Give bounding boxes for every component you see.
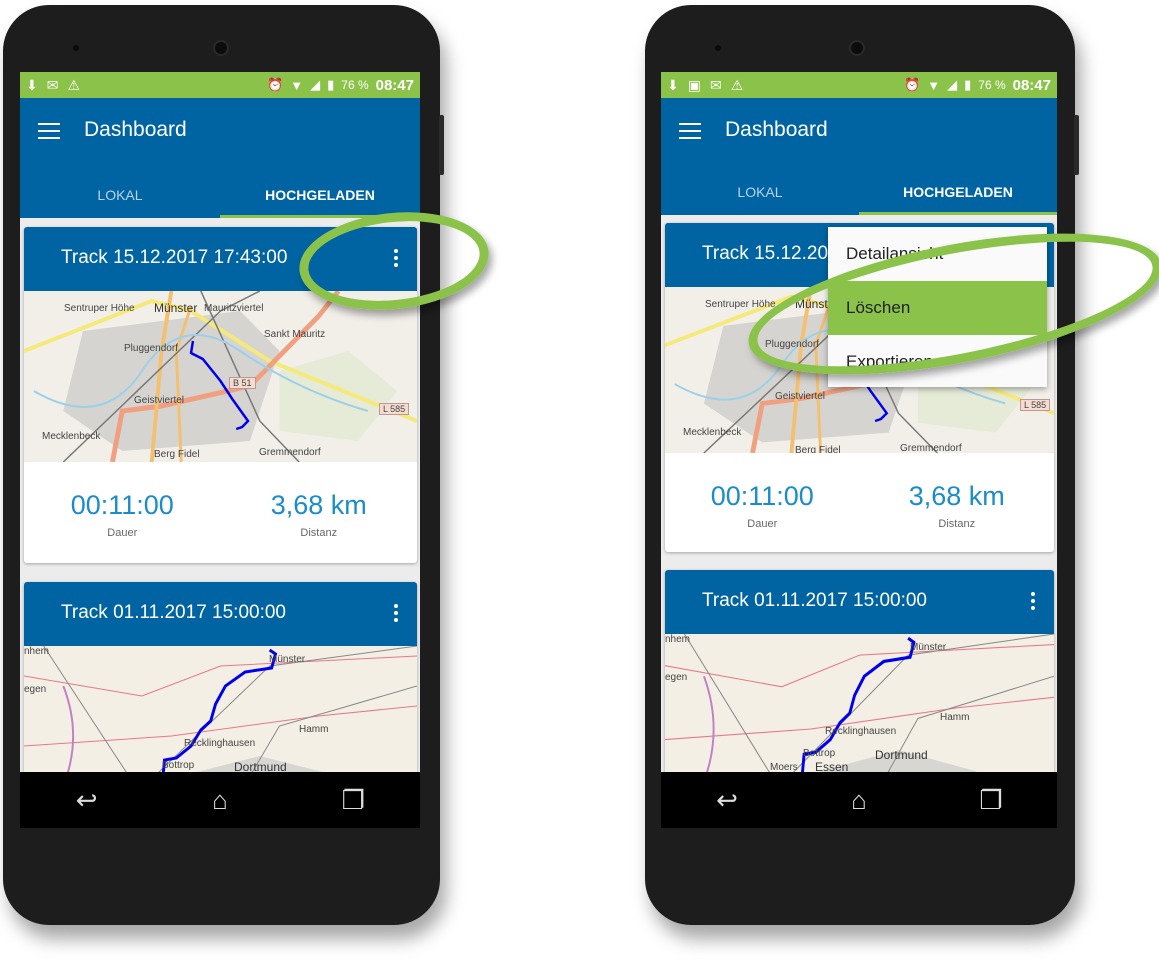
map-label: Münster xyxy=(910,642,947,653)
warning-icon: ⚠ xyxy=(67,76,81,93)
back-icon[interactable]: ↩ xyxy=(697,785,757,816)
map-label: Münster xyxy=(269,654,306,665)
app-bar: Dashboard LOKAL HOCHGELADEN xyxy=(661,98,1057,215)
screen: ⬇ ✉ ⚠ ⏰ ▼ ◢ ▮ 76 % 08:47 Dashboard LOKAL HOCHGE… xyxy=(20,72,420,828)
front-camera xyxy=(849,40,865,56)
battery-percent: 76 % xyxy=(341,78,369,92)
map-label: Mecklenbeck xyxy=(683,427,742,438)
track-title: Track 01.11.2017 15:00:00 xyxy=(702,590,927,611)
track-map[interactable]: Sentruper Höhe Münster Mauritzviertel Sankt… xyxy=(24,291,417,462)
map-label: Geistviertel xyxy=(134,395,185,406)
map-label: nhem xyxy=(665,634,691,645)
tab-hochgeladen[interactable]: HOCHGELADEN xyxy=(859,175,1057,215)
distance-value: 3,68 km xyxy=(908,481,1005,511)
track-card-header: Track 01.11.2017 15:00:00 xyxy=(24,582,417,646)
map-label: Recklinghausen xyxy=(184,738,256,749)
map-label: egen xyxy=(24,684,47,695)
map-label: Sentruper Höhe xyxy=(64,303,135,314)
home-icon[interactable]: ⌂ xyxy=(829,785,889,816)
map-label: Gremmendorf xyxy=(259,447,321,458)
phone-right: ⬇ ▣ ✉ ⚠ ⏰ ▼ ◢ ▮ 76 % 08:47 Dashboard LOKAL HOCHG… xyxy=(645,5,1159,925)
map-label: nhem xyxy=(24,646,50,657)
distance-label: Distanz xyxy=(938,518,976,530)
speaker xyxy=(715,45,721,51)
clock: 08:47 xyxy=(1012,76,1051,94)
map-label: L 585 xyxy=(379,403,410,415)
map-label: egen xyxy=(665,672,688,683)
map-label: L 585 xyxy=(1020,399,1051,411)
map-label: Pluggendorf xyxy=(124,343,178,354)
map-label: Sentruper Höhe xyxy=(705,299,776,310)
tab-hochgeladen[interactable]: HOCHGELADEN xyxy=(220,178,420,218)
more-options-icon[interactable] xyxy=(393,604,399,622)
track-title: Track 15.12.2017 17:43:00 xyxy=(61,247,288,268)
track-title: Track 01.11.2017 15:00:00 xyxy=(61,602,286,623)
screen: ⬇ ▣ ✉ ⚠ ⏰ ▼ ◢ ▮ 76 % 08:47 Dashboard LOKAL HOCHG… xyxy=(661,72,1057,828)
navigation-bar: ↩ ⌂ ❐ xyxy=(20,772,420,828)
image-icon: ▣ xyxy=(687,76,701,93)
download-icon: ⬇ xyxy=(667,76,679,93)
alarm-icon: ⏰ xyxy=(267,77,284,92)
phone-left: ⬇ ✉ ⚠ ⏰ ▼ ◢ ▮ 76 % 08:47 Dashboard LOKAL HOCHGE… xyxy=(3,5,494,925)
clock: 08:47 xyxy=(375,76,414,94)
map-label: Bottrop xyxy=(162,760,195,771)
wifi-icon: ▼ xyxy=(927,77,941,93)
warning-icon: ⚠ xyxy=(730,76,744,93)
track-card-header: Track 01.11.2017 15:00:00 xyxy=(665,570,1054,634)
back-icon[interactable]: ↩ xyxy=(57,785,117,816)
duration-value: 00:11:00 xyxy=(70,490,174,520)
navigation-bar: ↩ ⌂ ❐ xyxy=(661,772,1057,828)
alarm-icon: ⏰ xyxy=(904,77,921,92)
battery-icon: ▮ xyxy=(964,77,972,92)
wifi-icon: ▼ xyxy=(290,77,304,93)
gmail-icon: ✉ xyxy=(46,76,59,93)
signal-icon: ◢ xyxy=(947,77,958,92)
duration-label: Dauer xyxy=(107,527,138,539)
hamburger-menu-icon[interactable] xyxy=(679,123,701,139)
gmail-icon: ✉ xyxy=(709,76,722,93)
home-icon[interactable]: ⌂ xyxy=(190,785,250,816)
speaker xyxy=(73,45,79,51)
hamburger-menu-icon[interactable] xyxy=(38,123,60,139)
map-label: Berg Fidel xyxy=(154,449,200,460)
distance-label: Distanz xyxy=(300,527,338,539)
map-label: B 51 xyxy=(229,377,256,389)
status-bar: ⬇ ▣ ✉ ⚠ ⏰ ▼ ◢ ▮ 76 % 08:47 xyxy=(661,72,1057,98)
distance-value: 3,68 km xyxy=(270,490,367,520)
track-stats: 00:11:00 Dauer 3,68 km Distanz xyxy=(665,453,1054,552)
map-label: Recklinghausen xyxy=(825,726,897,737)
page-title: Dashboard xyxy=(725,118,828,141)
map-label: Hamm xyxy=(299,724,329,735)
recents-icon[interactable]: ❐ xyxy=(961,785,1021,816)
power-button[interactable] xyxy=(439,115,444,175)
map-label: Sankt Mauritz xyxy=(264,329,326,340)
status-bar: ⬇ ✉ ⚠ ⏰ ▼ ◢ ▮ 76 % 08:47 xyxy=(20,72,420,98)
duration-value: 00:11:00 xyxy=(710,481,814,511)
track-stats: 00:11:00 Dauer 3,68 km Distanz xyxy=(24,462,417,563)
map-label: Bottrop xyxy=(803,748,836,759)
map-label: Geistviertel xyxy=(775,391,826,402)
map-label: Berg Fidel xyxy=(795,445,841,453)
map-label: Mauritzviertel xyxy=(204,303,264,314)
more-options-icon[interactable] xyxy=(1030,592,1036,610)
signal-icon: ◢ xyxy=(310,77,321,92)
app-bar: Dashboard LOKAL HOCHGELADEN xyxy=(20,98,420,218)
battery-icon: ▮ xyxy=(327,77,335,92)
map-label: Münster xyxy=(154,301,198,315)
map-label: Gremmendorf xyxy=(900,443,962,453)
download-icon: ⬇ xyxy=(26,76,38,93)
tab-lokal[interactable]: LOKAL xyxy=(20,178,220,218)
tab-lokal[interactable]: LOKAL xyxy=(661,175,859,215)
map-label: Hamm xyxy=(940,712,970,723)
page-title: Dashboard xyxy=(84,118,187,141)
battery-percent: 76 % xyxy=(978,78,1006,92)
duration-label: Dauer xyxy=(747,518,778,530)
power-button[interactable] xyxy=(1074,115,1079,175)
map-label: Mecklenbeck xyxy=(42,431,101,442)
recents-icon[interactable]: ❐ xyxy=(323,785,383,816)
map-label: Dortmund xyxy=(875,748,928,762)
front-camera xyxy=(213,40,229,56)
